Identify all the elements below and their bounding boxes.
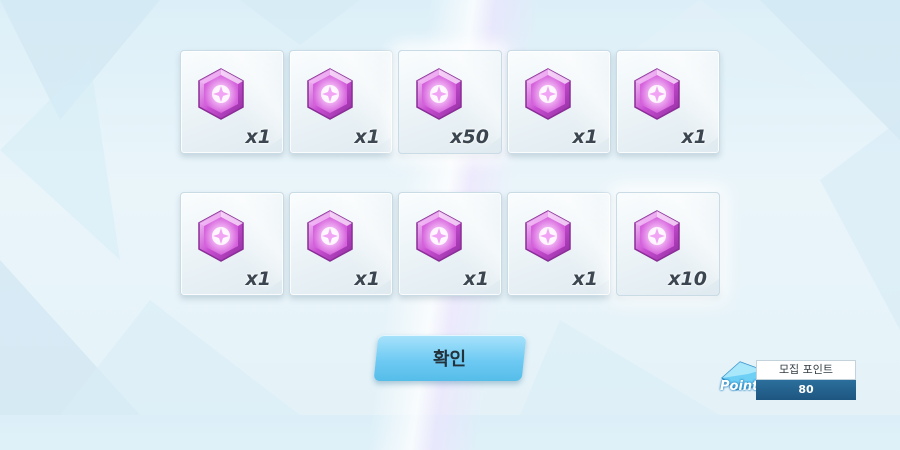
pink-gem-icon [412,67,466,121]
recruit-points-title: 모집 포인트 [756,360,856,380]
reward-count: x1 [572,126,598,148]
pink-gem-icon [412,209,466,263]
reward-count: x1 [681,126,707,148]
reward-count: x10 [668,268,707,290]
pink-gem-icon [521,67,575,121]
reward-count: x1 [463,268,489,290]
confirm-button[interactable]: 확인 [373,335,527,381]
recruit-points-panel: Point 모집 포인트 80 [712,360,857,404]
pink-gem-icon [303,209,357,263]
reward-card[interactable]: x1 [507,50,611,154]
reward-card[interactable]: x1 [289,192,393,296]
reward-count: x1 [572,268,598,290]
reward-count: x1 [245,268,271,290]
reward-count: x1 [245,126,271,148]
reward-card[interactable]: x1 [507,192,611,296]
reward-grid: x1 x1 x50 x1 x1 x1 x1 x1 x1 x10 [180,50,720,300]
confirm-button-label: 확인 [433,349,467,370]
point-label: Point [720,379,759,394]
reward-card[interactable]: x1 [180,50,284,154]
reward-count: x50 [450,126,489,148]
pink-gem-icon [194,67,248,121]
pink-gem-icon [194,209,248,263]
reward-count: x1 [354,126,380,148]
reward-card[interactable]: x1 [289,50,393,154]
reward-card[interactable]: x1 [180,192,284,296]
pink-gem-icon [630,209,684,263]
pink-gem-icon [521,209,575,263]
reward-card[interactable]: x1 [616,50,720,154]
reward-count: x1 [354,268,380,290]
reward-card[interactable]: x1 [398,192,502,296]
reward-card[interactable]: x10 [616,192,720,296]
pink-gem-icon [630,67,684,121]
pink-gem-icon [303,67,357,121]
reward-card[interactable]: x50 [398,50,502,154]
recruit-points-value: 80 [756,380,856,400]
